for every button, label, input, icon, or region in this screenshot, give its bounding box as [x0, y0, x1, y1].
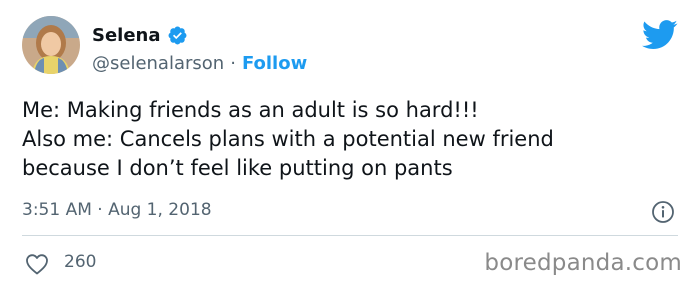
like-count: 260 [64, 252, 97, 272]
author-block: Selena @selenalarson · Follow [92, 22, 307, 76]
tweet-card: Selena @selenalarson · Follow Me: Making… [0, 0, 700, 288]
author-handle[interactable]: @selenalarson [92, 53, 224, 74]
follow-button[interactable]: Follow [242, 53, 307, 74]
watermark: boredpanda.com [484, 250, 682, 276]
tweet-line: Me: Making friends as an adult is so har… [22, 98, 479, 122]
verified-badge-icon [167, 25, 188, 46]
twitter-bird-icon[interactable] [641, 20, 678, 50]
tweet-text: Me: Making friends as an adult is so har… [22, 96, 682, 183]
info-icon[interactable] [651, 200, 675, 224]
tweet-line: because I don’t feel like putting on pan… [22, 156, 453, 180]
tweet-timestamp[interactable]: 3:51 AM · Aug 1, 2018 [22, 200, 212, 220]
avatar[interactable] [22, 16, 80, 74]
separator-dot: · [230, 52, 236, 74]
author-name[interactable]: Selena [92, 25, 161, 46]
tweet-line: Also me: Cancels plans with a potential … [22, 127, 554, 151]
divider [22, 235, 678, 236]
heart-icon[interactable] [25, 253, 49, 275]
